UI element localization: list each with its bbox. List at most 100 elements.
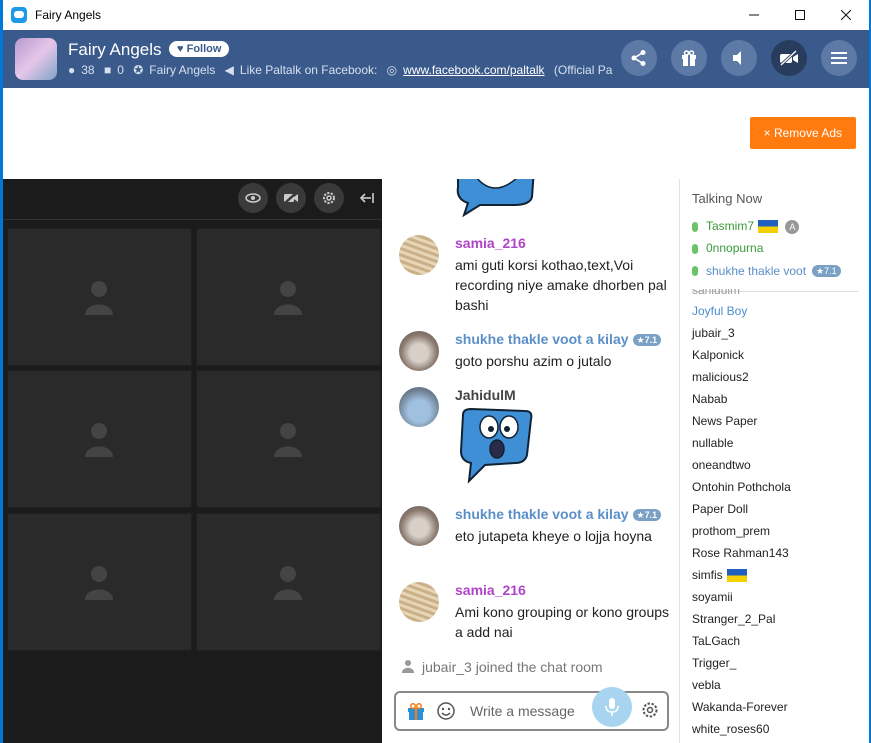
badge-value: 7.1 [644,510,658,521]
user-list-item[interactable]: TaLGach [692,634,740,648]
video-settings-button[interactable] [314,183,344,213]
user-list-item[interactable]: Kalponick [692,348,744,362]
maximize-button[interactable] [777,0,823,30]
user-list-item[interactable]: white_roses60 [692,722,769,736]
video-slot[interactable] [196,370,381,508]
message-input[interactable]: Write a message [470,703,575,719]
window-controls [731,0,869,30]
user-list-item[interactable]: nullable [692,436,733,450]
user-list-item[interactable]: sahidulm [692,289,740,297]
user-icon [402,660,414,673]
message-author[interactable]: samia_216 [455,582,526,598]
away-badge: A [785,219,800,234]
menu-button[interactable] [821,40,857,76]
push-to-talk-button[interactable] [592,687,632,727]
promo-suffix: (Official Pa [553,63,613,77]
user-list-item[interactable]: Nabab [692,392,727,406]
user-placeholder-icon [85,281,113,315]
video-divider [3,219,382,220]
video-slot[interactable] [7,228,192,366]
user-list-item[interactable]: Trigger_ [692,656,736,670]
user-list-item[interactable]: Ontohin Pothchola [692,480,791,494]
badge-value: 7.1 [644,335,658,346]
video-slot[interactable] [196,513,381,651]
user-avatar[interactable] [399,582,439,622]
promo-text: Like Paltalk on Facebook: [239,63,378,77]
cams-count: 0 [117,63,124,77]
message-author[interactable]: samia_216 [455,235,526,251]
room-stats: ● 38 ■ 0 ✪ Fairy Angels ◀ Like Paltalk on Fa… [68,63,618,77]
user-placeholder-icon [274,566,302,600]
room-avatar[interactable] [15,38,57,80]
camera-off-icon [779,49,798,67]
star-badge: ★7.1 [632,509,662,522]
settings-icon[interactable] [641,701,659,719]
user-name: simfis [692,568,723,582]
collapse-panel-button[interactable] [352,183,382,213]
promo-link[interactable]: www.facebook.com/paltalk [403,63,544,77]
talking-user[interactable]: 0nnopurna [692,241,763,255]
user-list-item[interactable]: Rose Rahman143 [692,546,789,560]
microphone-icon [605,698,619,716]
users-count: 38 [81,63,95,77]
message-author[interactable]: JahidulM [455,387,516,403]
follow-button[interactable]: ♥ Follow [169,41,230,57]
user-list-item[interactable]: Stranger_2_Pal [692,612,775,626]
gift-icon[interactable] [406,701,426,721]
speaker-button[interactable] [721,40,757,76]
video-slot[interactable] [7,513,192,651]
user-list-item[interactable]: oneandtwo [692,458,751,472]
user-name: 0nnopurna [706,241,764,255]
mic-icon [692,265,698,276]
user-list-item[interactable]: soyamii [692,590,733,604]
video-off-button[interactable] [276,183,306,213]
talking-user[interactable]: shukhe thakle voot a kilay ★7.1 [692,263,858,278]
user-list-item[interactable]: Paper Doll [692,502,748,516]
gift-button[interactable] [671,40,707,76]
gift-icon [682,50,696,66]
video-slot[interactable] [7,370,192,508]
message-text: eto jutapeta kheye o lojja hoyna [455,528,652,544]
badge-value: 7.1 [824,265,837,276]
user-name: Tasmim7 [706,219,755,233]
user-avatar[interactable] [399,235,439,275]
message-author[interactable]: shukhe thakle voot a kilay ★7.1 [455,506,662,522]
user-placeholder-icon [274,281,302,315]
user-list-item[interactable]: simfis [692,568,747,583]
ad-area: × Remove Ads [3,88,869,179]
minimize-button[interactable] [731,0,777,30]
user-avatar[interactable] [399,331,439,371]
star-badge: ★7.1 [632,334,662,347]
user-list-item[interactable]: Joyful Boy [692,304,747,318]
speaker-icon [733,51,741,65]
message-author[interactable]: shukhe thakle voot a kilay ★7.1 [455,331,662,347]
user-list-item[interactable]: malicious2 [692,370,749,384]
user-avatar[interactable] [399,387,439,427]
close-button[interactable] [823,0,869,30]
app-window: Fairy Angels Fairy Angels ♥ Follow ● 38 ■… [3,0,869,743]
room-header: Fairy Angels ♥ Follow ● 38 ■ 0 ✪ Fairy Ange… [3,30,869,88]
title-bar: Fairy Angels [3,0,869,30]
user-placeholder-icon [85,566,113,600]
user-list-item[interactable]: prothom_prem [692,524,770,538]
user-list-item[interactable]: jubair_3 [692,326,735,340]
video-slot[interactable] [196,228,381,366]
viewers-button[interactable] [238,183,268,213]
users-icon: ● [68,63,76,77]
globe-icon: ◎ [386,63,398,77]
remove-ads-button[interactable]: × Remove Ads [749,117,856,149]
user-avatar[interactable] [399,506,439,546]
message-composer: Write a message [394,687,669,731]
megaphone-icon: ◀ [224,63,234,77]
user-list-item[interactable]: News Paper [692,414,757,428]
emoji-icon[interactable] [436,701,456,721]
talking-user[interactable]: Tasmim7 A [692,219,800,234]
user-list-item[interactable]: vebla [692,678,721,692]
camera-off-icon [283,191,298,205]
share-button[interactable] [621,40,657,76]
talking-now-heading: Talking Now [692,191,763,206]
user-name: shukhe thakle voot a kilay [706,263,808,278]
join-notice-text: jubair_3 joined the chat room [422,659,603,675]
camera-toggle-button[interactable] [771,40,807,76]
user-list-item[interactable]: Wakanda-Forever [692,700,788,714]
